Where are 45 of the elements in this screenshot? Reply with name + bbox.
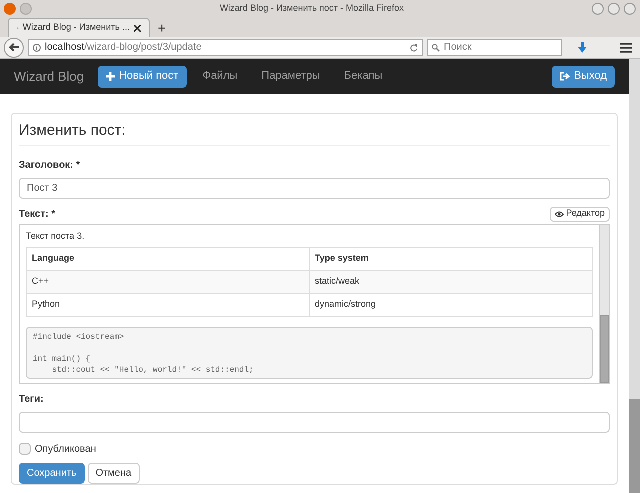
field-label: Текст: * <box>19 208 56 222</box>
published-checkbox[interactable] <box>19 443 31 455</box>
brand-link[interactable]: Wizard Blog <box>14 66 84 86</box>
form-heading: Изменить пост: <box>19 120 610 146</box>
cancel-button[interactable]: Отмена <box>88 462 140 484</box>
window-controls-icon[interactable] <box>592 2 636 14</box>
save-button[interactable]: Сохранить <box>19 462 85 484</box>
download-icon[interactable] <box>578 42 587 53</box>
table-header: Language <box>26 248 310 270</box>
menu-icon[interactable] <box>620 42 632 52</box>
checkbox-label: Опубликован <box>35 442 96 456</box>
sign-out-icon <box>560 72 570 81</box>
field-label: Теги: <box>19 392 45 406</box>
info-icon <box>33 44 41 52</box>
search-field[interactable]: Поиск <box>427 39 562 56</box>
reload-icon[interactable] <box>410 44 418 52</box>
new-post-button[interactable]: Новый пост <box>98 66 187 88</box>
field-label: Заголовок: * <box>19 158 82 172</box>
browser-tab[interactable]: Wizard Blog - Изменить ... <box>8 18 150 37</box>
eye-icon <box>555 210 564 218</box>
new-tab-button[interactable]: + <box>158 21 166 35</box>
table-header: Type system <box>310 248 592 270</box>
minimize-icon[interactable] <box>20 2 32 14</box>
close-icon[interactable] <box>134 24 141 32</box>
nav-link[interactable]: Бекапы <box>336 68 391 85</box>
table-cell: Python <box>26 294 310 316</box>
plus-icon <box>106 72 116 81</box>
address-field[interactable]: localhost/wizard-blog/post/3/update <box>28 39 423 56</box>
editor-button[interactable]: Редактор <box>550 206 610 222</box>
search-icon <box>432 44 440 52</box>
window-title: Wizard Blog - Изменить пост - Mozilla Firefox <box>218 2 406 15</box>
tags-input[interactable] <box>19 412 610 432</box>
back-arrow-icon <box>9 43 19 52</box>
back-button[interactable] <box>4 38 24 58</box>
code-block: #include <iostream> int main() { std::cout << "Hello, world!" << std::endl; <box>26 327 593 379</box>
table-cell: dynamic/strong <box>310 294 592 316</box>
browser-logo-icon <box>4 2 16 14</box>
page-scrollbar-icon[interactable] <box>629 59 640 493</box>
title-input[interactable]: Пост 3 <box>19 178 610 198</box>
text-editor[interactable]: Текст поста 3. Language Type system C++ static/weak Python dynamic/strong #include <iostream> int main() { std::cout << "Hello, world!" << std::endl; <box>19 224 610 384</box>
scrollbar-icon[interactable] <box>599 224 609 382</box>
logout-button[interactable]: Выход <box>552 66 615 88</box>
nav-link[interactable]: Параметры <box>254 68 328 85</box>
paragraph: Текст поста 3. <box>26 230 86 242</box>
nav-link[interactable]: Файлы <box>194 68 246 85</box>
